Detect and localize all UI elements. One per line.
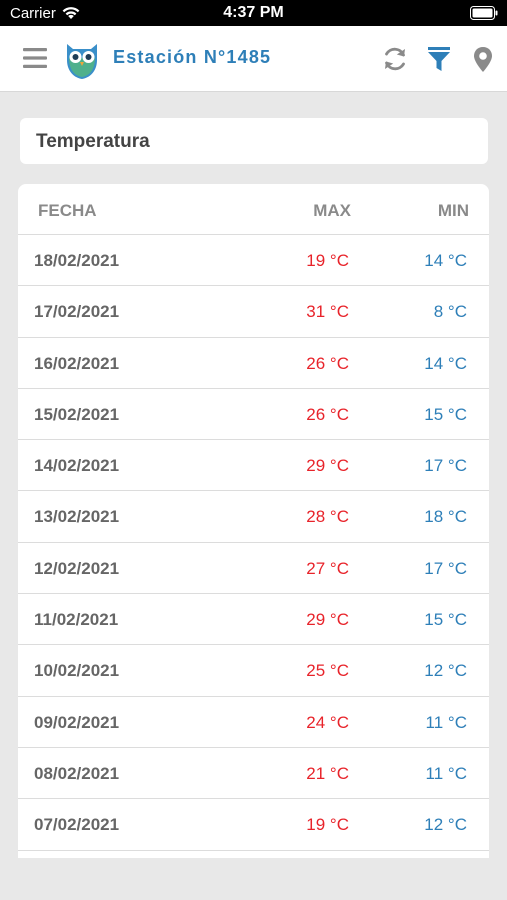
row-min-temp: 11 °C (425, 763, 467, 783)
table-row[interactable]: 11/02/2021 29 °C 15 °C (18, 594, 489, 646)
nav-bar: Estación N°1485 (0, 26, 507, 92)
row-min-temp: 8 °C (433, 302, 467, 322)
status-bar: Carrier 4:37 PM (0, 0, 507, 26)
table-row[interactable]: 15/02/2021 26 °C 15 °C (18, 389, 489, 441)
row-max-temp: 21 °C (306, 763, 349, 783)
row-date: 11/02/2021 (34, 610, 119, 630)
table-row[interactable]: 10/02/2021 25 °C 12 °C (18, 645, 489, 697)
row-min-temp: 12 °C (424, 661, 467, 681)
table-header: FECHA MAX MIN (18, 184, 489, 235)
table-body: 18/02/2021 19 °C 14 °C 17/02/2021 31 °C 8 °C 1… (18, 235, 489, 851)
row-min-temp: 17 °C (424, 456, 467, 476)
location-pin-icon[interactable] (469, 45, 497, 73)
row-date: 10/02/2021 (34, 661, 120, 681)
row-min-temp: 11 °C (425, 712, 467, 732)
row-date: 08/02/2021 (34, 763, 120, 783)
section-header-card: Temperatura (20, 118, 488, 164)
owl-logo-icon (67, 44, 97, 79)
table-row[interactable]: 08/02/2021 21 °C 11 °C (18, 748, 489, 800)
table-row[interactable]: 14/02/2021 29 °C 17 °C (18, 440, 489, 492)
row-max-temp: 28 °C (306, 507, 349, 527)
row-date: 07/02/2021 (34, 815, 120, 835)
row-min-temp: 17 °C (424, 558, 467, 578)
row-min-temp: 14 °C (424, 251, 467, 270)
row-date: 16/02/2021 (34, 353, 120, 373)
row-min-temp: 14 °C (424, 353, 467, 373)
row-max-temp: 31 °C (306, 302, 349, 322)
column-header-min: MIN (437, 201, 469, 220)
section-title: Temperatura (36, 131, 150, 152)
row-max-temp: 19 °C (306, 815, 349, 835)
column-header-max: MAX (313, 201, 351, 220)
row-max-temp: 26 °C (306, 353, 349, 373)
table-row[interactable]: 17/02/2021 31 °C 8 °C (18, 286, 489, 338)
table-row[interactable]: 09/02/2021 24 °C 11 °C (18, 697, 489, 748)
row-date: 14/02/2021 (34, 456, 120, 476)
row-date: 09/02/2021 (34, 712, 120, 732)
column-header-date: FECHA (38, 201, 97, 220)
row-date: 12/02/2021 (34, 558, 120, 578)
row-date: 18/02/2021 (34, 251, 120, 270)
row-max-temp: 27 °C (306, 558, 349, 578)
row-date: 15/02/2021 (34, 404, 120, 424)
table-row[interactable]: 18/02/2021 19 °C 14 °C (18, 235, 489, 287)
row-max-temp: 29 °C (306, 610, 349, 630)
refresh-icon[interactable] (381, 45, 409, 73)
table-row[interactable]: 13/02/2021 28 °C 18 °C (18, 491, 489, 543)
table-row[interactable]: 16/02/2021 26 °C 14 °C (18, 338, 489, 389)
clock: 4:37 PM (223, 4, 284, 21)
row-min-temp: 15 °C (424, 404, 467, 424)
row-max-temp: 19 °C (306, 251, 349, 270)
row-min-temp: 18 °C (424, 507, 467, 527)
row-max-temp: 24 °C (306, 712, 349, 732)
row-date: 17/02/2021 (34, 302, 120, 322)
row-max-temp: 26 °C (306, 404, 349, 424)
row-max-temp: 29 °C (306, 456, 349, 476)
station-title: Estación N°1485 (113, 47, 272, 67)
row-date: 13/02/2021 (34, 507, 120, 527)
row-max-temp: 25 °C (306, 661, 349, 681)
row-min-temp: 15 °C (424, 610, 467, 630)
table-row[interactable]: 07/02/2021 19 °C 12 °C (18, 799, 489, 851)
temperature-table: FECHA MAX MIN 18/02/2021 19 °C 14 °C 17/02/… (18, 184, 489, 858)
filter-icon[interactable] (425, 45, 453, 73)
menu-icon[interactable] (22, 46, 48, 70)
battery-icon (470, 6, 498, 20)
row-min-temp: 12 °C (424, 815, 467, 835)
table-row[interactable]: 12/02/2021 27 °C 17 °C (18, 543, 489, 595)
